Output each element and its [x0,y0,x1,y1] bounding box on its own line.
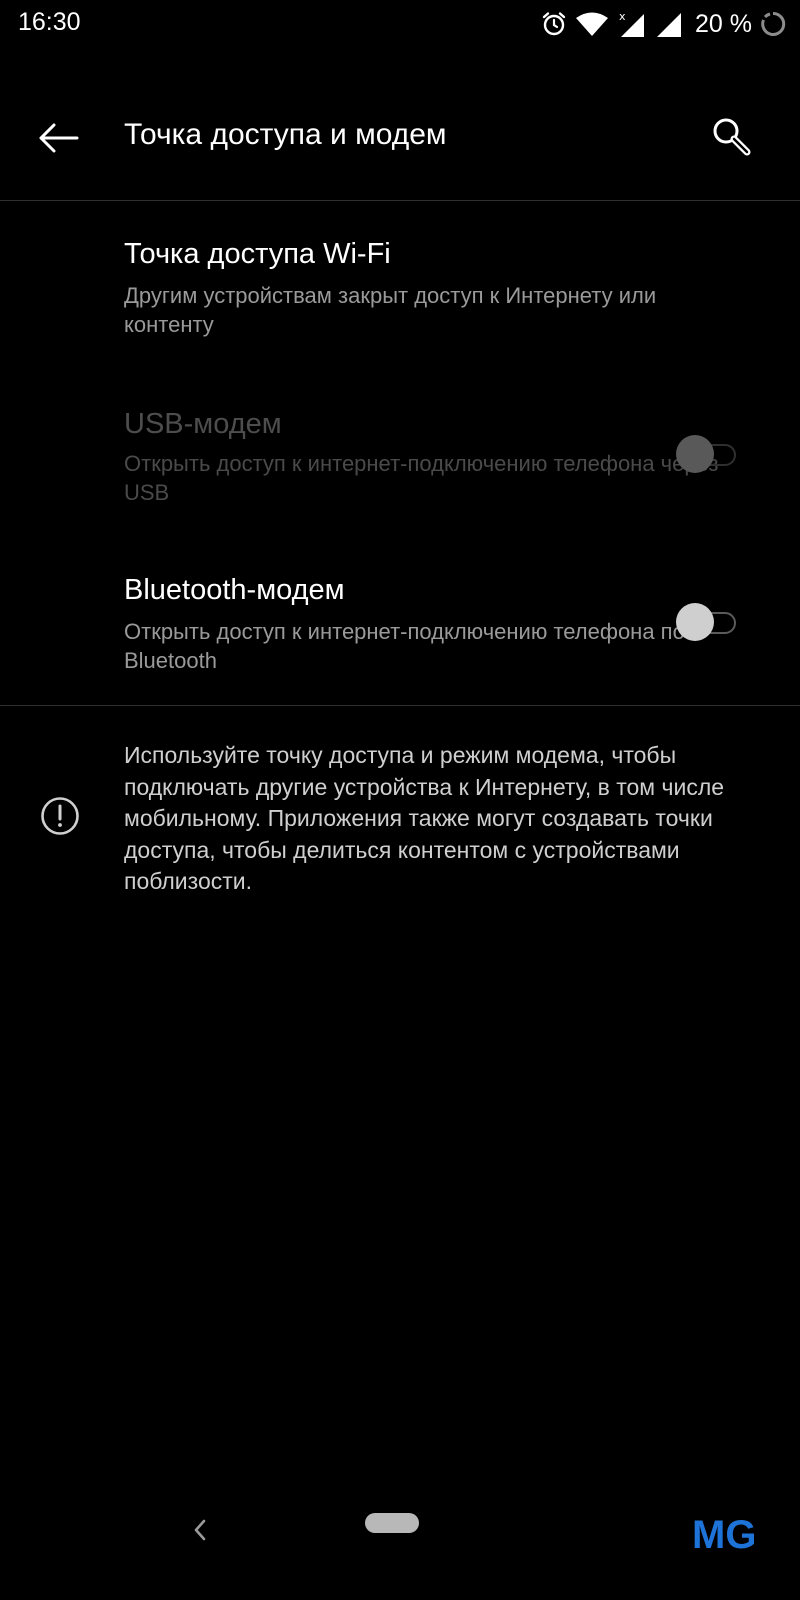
toggle-thumb [676,603,714,641]
wifi-icon [576,12,609,36]
battery-percentage: 20 % [695,9,752,38]
settings-divider [0,705,800,706]
setting-summary: Открыть доступ к интернет-подключению те… [124,451,719,505]
cell-signal-icon [657,13,682,37]
status-icons: x 20 % [541,8,786,40]
setting-bluetooth-tethering[interactable]: Bluetooth-модем Открыть доступ к интерне… [0,538,800,698]
setting-summary: Другим устройствам закрыт доступ к Интер… [124,283,657,337]
alarm-icon [542,12,566,36]
chevron-left-icon [194,1519,206,1541]
search-button[interactable] [702,108,762,168]
setting-usb-tethering: USB-модем Открыть доступ к интернет-подк… [0,370,800,530]
setting-title: Точка доступа Wi-Fi [124,238,391,270]
mg-watermark-logo: MG [692,1513,756,1556]
toggle-thumb [676,435,714,473]
setting-summary: Открыть доступ к интернет-подключению те… [124,619,685,673]
watermark-text: MG [692,1513,756,1556]
back-button[interactable] [30,110,86,166]
setting-title: USB-модем [124,408,282,440]
svg-text:x: x [619,10,626,23]
bluetooth-tethering-toggle[interactable] [676,602,740,642]
cell-signal-nodata-icon: x [619,10,645,37]
page-title: Точка доступа и модем [124,118,447,151]
search-icon [713,118,751,156]
info-exclamation-icon [41,797,79,835]
status-bar: 16:30 x 20 % [0,0,800,50]
status-time: 16:30 [18,8,81,36]
nav-back-button[interactable] [186,1508,214,1552]
battery-saver-icon [761,11,786,36]
setting-wifi-hotspot[interactable]: Точка доступа Wi-Fi Другим устройствам з… [0,200,800,360]
usb-tethering-toggle [676,434,740,474]
nav-home-pill[interactable] [365,1513,419,1533]
info-text: Используйте точку доступа и режим модема… [124,742,725,894]
setting-title: Bluetooth-модем [124,574,345,606]
arrow-left-icon [39,123,79,153]
app-bar: Точка доступа и модем [0,96,800,176]
